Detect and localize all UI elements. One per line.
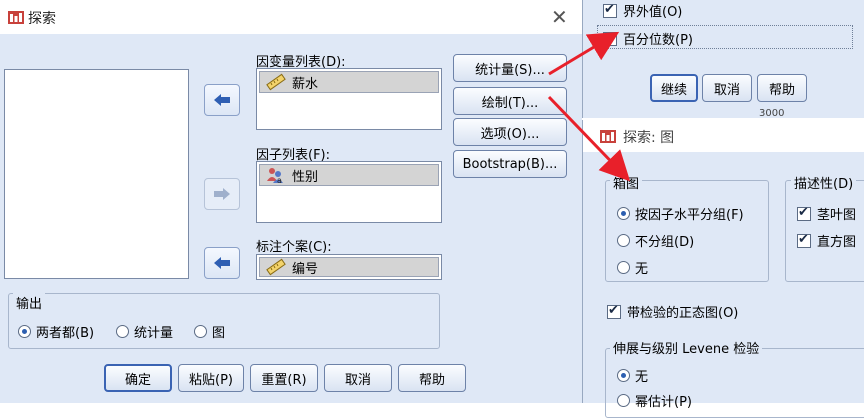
annotation-arrows [547, 31, 631, 182]
arrow-to-statistics-dialog [548, 31, 620, 76]
arrow-to-plots-dialog [547, 95, 631, 182]
